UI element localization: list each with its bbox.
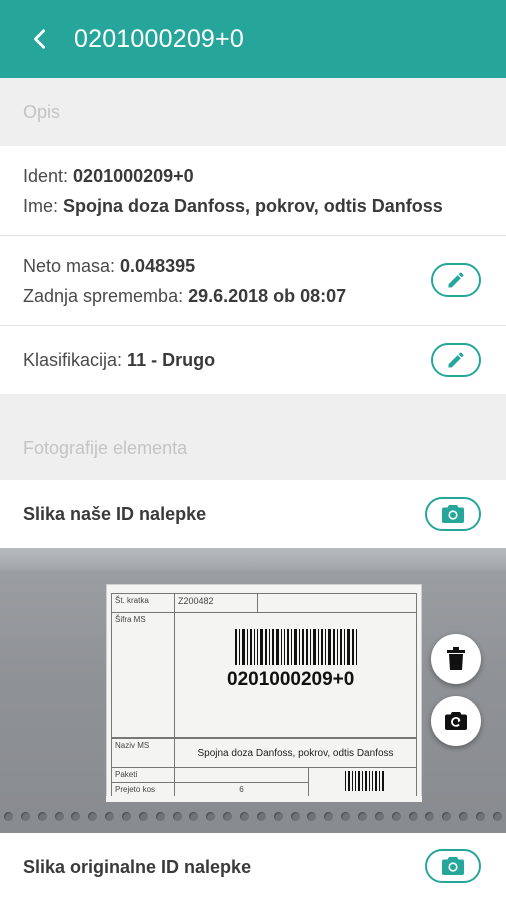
app-bar: 0201000209+0 <box>0 0 506 78</box>
take-photo1-button[interactable] <box>425 497 481 531</box>
page-title: 0201000209+0 <box>74 24 244 53</box>
klasifikacija-line: Klasifikacija: 11 - Drugo <box>23 350 215 371</box>
klasifikacija-value: 11 - Drugo <box>127 350 216 370</box>
klasifikacija-label: Klasifikacija: <box>23 350 128 370</box>
ime-value: Spojna doza Danfoss, pokrov, odtis Danfo… <box>63 196 443 216</box>
label-cell-empty <box>257 593 417 613</box>
neto-line: Neto masa: 0.048395 <box>23 256 195 277</box>
trash-icon <box>447 647 465 670</box>
id-label-photo: Št. kratka Z200482 Šifra MS 0201000209+0… <box>0 548 506 833</box>
photo2-row: Slika originalne ID nalepke <box>0 833 506 900</box>
label-cell-row-0: Paketi <box>111 767 175 783</box>
back-button[interactable] <box>0 0 80 78</box>
klasifikacija-row: Klasifikacija: 11 - Drugo <box>0 326 506 394</box>
section-header-opis: Opis <box>0 78 506 146</box>
retake-photo-button[interactable] <box>431 696 481 746</box>
label-cell-row-0-value <box>174 767 309 783</box>
barcode-small <box>345 771 386 791</box>
photo1-title: Slika naše ID nalepke <box>23 504 207 524</box>
camera-icon <box>442 857 464 875</box>
edit-klasifikacija-button[interactable] <box>431 343 481 377</box>
label-cell-naziv-value: Spojna doza Danfoss, pokrov, odtis Danfo… <box>174 738 417 768</box>
section-header-fotografije: Fotografije elementa <box>0 394 506 480</box>
ident-label: Ident: <box>23 166 74 186</box>
delete-photo-button[interactable] <box>431 634 481 684</box>
edit-mass-button[interactable] <box>431 263 481 297</box>
photo1-row: Slika naše ID nalepke <box>0 480 506 548</box>
take-photo2-button[interactable] <box>425 849 481 883</box>
neto-label: Neto masa: <box>23 256 121 276</box>
zadnja-label: Zadnja sprememba: <box>23 286 189 306</box>
ident-value: 0201000209+0 <box>73 166 194 186</box>
label-cell-sifra-kratka-value: Z200482 <box>174 593 258 613</box>
pencil-icon <box>448 352 464 368</box>
zadnja-line: Zadnja sprememba: 29.6.2018 ob 08:07 <box>23 286 346 307</box>
mass-row: Neto masa: 0.048395 Zadnja sprememba: 29… <box>0 236 506 326</box>
label-cell-sifra-ms: Šifra MS <box>111 612 175 738</box>
barcode-main <box>235 629 359 665</box>
ident-line: Ident: 0201000209+0 <box>23 166 194 187</box>
ime-label: Ime: <box>23 196 64 216</box>
ident-row: Ident: 0201000209+0 Ime: Spojna doza Dan… <box>0 146 506 236</box>
neto-value: 0.048395 <box>120 256 196 276</box>
label-sticker: Št. kratka Z200482 Šifra MS 0201000209+0… <box>106 584 422 800</box>
photo-plate-top <box>0 548 506 570</box>
label-ident-text: 0201000209+0 <box>227 669 355 690</box>
label-lower-edge <box>106 796 422 802</box>
camera-retake-icon <box>445 712 467 730</box>
ime-line: Ime: Spojna doza Danfoss, pokrov, odtis … <box>23 196 443 217</box>
camera-icon <box>442 505 464 523</box>
plate-holes <box>0 808 506 824</box>
pencil-icon <box>448 272 464 288</box>
zadnja-value: 29.6.2018 ob 08:07 <box>188 286 347 306</box>
arrow-back-icon <box>34 29 46 49</box>
label-cell-naziv-ms: Naziv MS <box>111 738 175 768</box>
label-cell-sifra-kratka: Št. kratka <box>111 593 175 613</box>
photo2-title: Slika originalne ID nalepke <box>23 857 252 877</box>
